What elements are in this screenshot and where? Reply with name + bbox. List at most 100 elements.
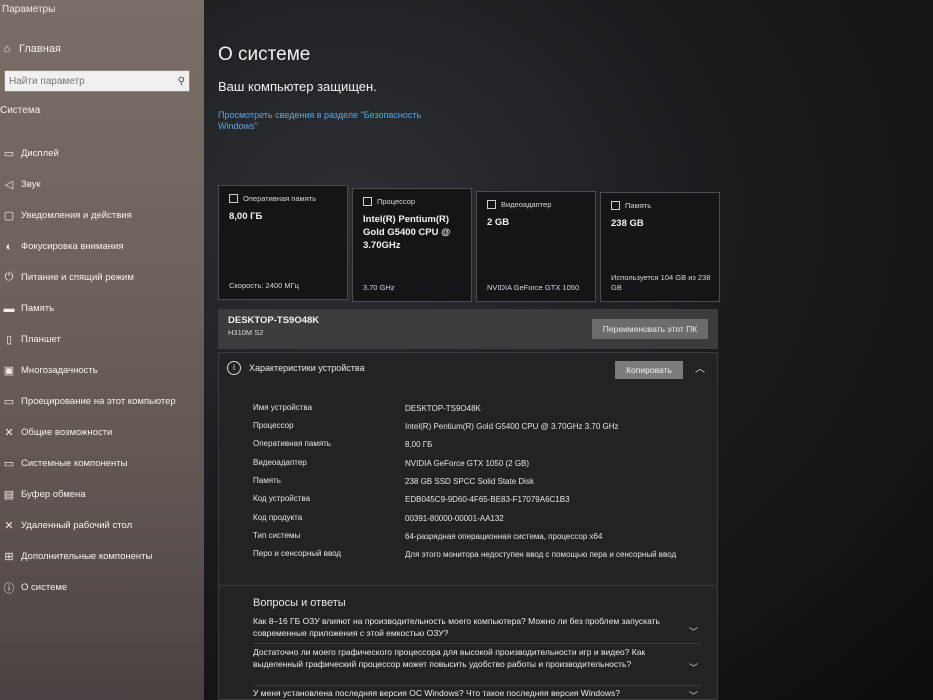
- tablet-icon: ▯: [5, 334, 13, 346]
- storage-icon: ▬: [3, 302, 15, 315]
- faq-question[interactable]: Достаточно ли моего графического процесс…: [253, 647, 687, 670]
- sidebar: Параметры ⌂ Главная ⚲ Система ▭ Дисплей ◁…: [0, 0, 204, 700]
- sidebar-item-remote-desktop[interactable]: ✕ Удаленный рабочий стол: [0, 510, 204, 541]
- sidebar-item-extra-components[interactable]: ⊞ Дополнительные компоненты: [0, 541, 204, 572]
- spec-value: NVIDIA GeForce GTX 1050 (2 GB): [405, 459, 530, 468]
- card-storage: Память 238 GB Используется 104 GB из 238…: [600, 192, 720, 302]
- chevron-down-icon[interactable]: ﹀: [689, 689, 698, 699]
- sidebar-item-display[interactable]: ▭ Дисплей: [0, 138, 204, 169]
- specs-header[interactable]: i Характеристики устройства Копировать ︿: [219, 353, 717, 385]
- spec-label: Тип системы: [253, 531, 301, 540]
- focus-icon: ◐: [5, 240, 13, 253]
- sidebar-item-label: Звук: [21, 179, 41, 190]
- security-link[interactable]: Просмотреть сведения в разделе "Безопасн…: [218, 110, 438, 132]
- clipboard-icon: ▤: [3, 489, 15, 501]
- sidebar-item-home[interactable]: ⌂ Главная: [0, 40, 61, 58]
- spec-label: Перо и сенсорный ввод: [253, 549, 342, 558]
- sidebar-item-multitask[interactable]: ▣ Многозадачность: [0, 355, 204, 386]
- sidebar-item-label: Удаленный рабочий стол: [21, 520, 133, 531]
- sidebar-section-label: Система: [0, 105, 41, 116]
- card-ram: Оперативная память 8,00 ГБ Скорость: 240…: [218, 185, 348, 300]
- ram-icon: [229, 194, 238, 203]
- search-box[interactable]: ⚲: [4, 70, 190, 92]
- card-value: Intel(R) Pentium(R) Gold G5400 CPU @ 3.7…: [363, 214, 451, 251]
- sound-icon: ◁: [4, 179, 14, 191]
- multitask-icon: ▣: [3, 365, 15, 377]
- spec-value: Intel(R) Pentium(R) Gold G5400 CPU @ 3.7…: [405, 422, 619, 431]
- sidebar-item-label: Уведомления и действия: [21, 210, 132, 221]
- faq-title: Вопросы и ответы: [253, 597, 346, 609]
- sidebar-item-shared[interactable]: ✕ Общие возможности: [0, 417, 204, 448]
- gpu-icon: [487, 200, 496, 209]
- spec-value: Для этого монитора недоступен ввод с пом…: [405, 550, 677, 559]
- chevron-down-icon[interactable]: ﹀: [689, 661, 698, 674]
- rename-pc-button[interactable]: Переименовать этот ПК: [592, 319, 708, 339]
- spec-label: Видеоадаптер: [253, 458, 307, 467]
- divider: [253, 685, 701, 686]
- storage-icon: [611, 201, 620, 210]
- sidebar-item-label: Питание и спящий режим: [21, 272, 134, 283]
- sidebar-item-clipboard[interactable]: ▤ Буфер обмена: [0, 479, 204, 510]
- sidebar-item-label: Общие возможности: [21, 427, 113, 438]
- sidebar-item-label: О системе: [21, 582, 68, 593]
- chevron-up-icon[interactable]: ︿: [695, 360, 705, 375]
- sidebar-item-label: Дополнительные компоненты: [21, 551, 153, 562]
- info-icon: i: [227, 361, 241, 375]
- sidebar-item-label: Фокусировка внимания: [21, 241, 124, 252]
- faq-question[interactable]: У меня установлена последняя версия ОС W…: [253, 688, 687, 699]
- search-icon[interactable]: ⚲: [178, 76, 185, 87]
- page-title: О системе: [218, 44, 311, 65]
- sidebar-item-label: Буфер обмена: [21, 489, 86, 500]
- spec-value: 64-разрядная операционная система, проце…: [405, 532, 603, 541]
- sidebar-item-components[interactable]: ▭ Системные компоненты: [0, 448, 204, 479]
- card-foot: NVIDIA GeForce GTX 1050: [487, 283, 580, 292]
- remote-desktop-icon: ✕: [4, 520, 14, 532]
- spec-label: Код устройства: [253, 494, 311, 503]
- sidebar-item-projection[interactable]: ▭ Проецирование на этот компьютер: [0, 386, 204, 417]
- home-label: Главная: [19, 43, 61, 55]
- sidebar-item-tablet[interactable]: ▯ Планшет: [0, 324, 204, 355]
- card-value: 8,00 ГБ: [229, 211, 263, 222]
- card-foot: 3.70 GHz: [363, 283, 395, 292]
- sidebar-item-label: Проецирование на этот компьютер: [21, 396, 176, 407]
- faq-question[interactable]: Как 8–16 ГБ ОЗУ влияют на производительн…: [253, 616, 687, 639]
- divider: [219, 585, 717, 586]
- sidebar-item-focus[interactable]: ◐ Фокусировка внимания: [0, 231, 204, 262]
- device-specs-panel: i Характеристики устройства Копировать ︿…: [218, 352, 718, 700]
- spec-label: Процессор: [253, 421, 294, 430]
- notification-icon: ▢: [3, 210, 15, 222]
- sidebar-item-label: Дисплей: [21, 148, 59, 159]
- spec-value: 00391-80000-00001-AA132: [405, 514, 504, 523]
- extra-components-icon: ⊞: [4, 551, 14, 563]
- card-head: Видеоадаптер: [501, 200, 552, 209]
- shared-icon: ✕: [4, 427, 14, 439]
- search-input[interactable]: [9, 75, 169, 87]
- window-title: Параметры: [2, 4, 56, 15]
- spec-value: 8,00 ГБ: [405, 440, 433, 449]
- sidebar-item-label: Многозадачность: [21, 365, 98, 376]
- card-head: Память: [625, 201, 652, 210]
- sidebar-item-about[interactable]: ⓘ О системе: [0, 572, 204, 603]
- spec-label: Оперативная память: [253, 439, 331, 448]
- chevron-down-icon[interactable]: ﹀: [689, 625, 698, 638]
- card-cpu: Процессор Intel(R) Pentium(R) Gold G5400…: [352, 188, 472, 302]
- display-icon: ▭: [3, 148, 15, 160]
- device-name-bar: DESKTOP-TS9O48K H310M S2 Переименовать э…: [218, 309, 718, 349]
- cpu-icon: [363, 197, 372, 206]
- device-model: H310M S2: [228, 328, 264, 337]
- sidebar-item-storage[interactable]: ▬ Память: [0, 293, 204, 324]
- projection-icon: ▭: [3, 396, 15, 408]
- card-value: 2 GB: [487, 217, 510, 228]
- spec-label: Память: [253, 476, 281, 485]
- spec-value: DESKTOP-TS9O48K: [405, 404, 481, 413]
- specs-title: Характеристики устройства: [249, 363, 365, 373]
- spec-label: Имя устройства: [253, 403, 313, 412]
- sidebar-item-notifications[interactable]: ▢ Уведомления и действия: [0, 200, 204, 231]
- sidebar-item-sound[interactable]: ◁ Звук: [0, 169, 204, 200]
- main-content: О системе Ваш компьютер защищен. Просмот…: [204, 0, 933, 700]
- spec-value: 238 GB SSD SPCC Solid State Disk: [405, 477, 534, 486]
- copy-button[interactable]: Копировать: [615, 361, 683, 379]
- card-foot: Скорость: 2400 МГц: [229, 281, 299, 290]
- sidebar-item-power[interactable]: ⏻ Питание и спящий режим: [0, 262, 204, 293]
- sidebar-nav: ▭ Дисплей ◁ Звук ▢ Уведомления и действия ◐…: [0, 138, 204, 603]
